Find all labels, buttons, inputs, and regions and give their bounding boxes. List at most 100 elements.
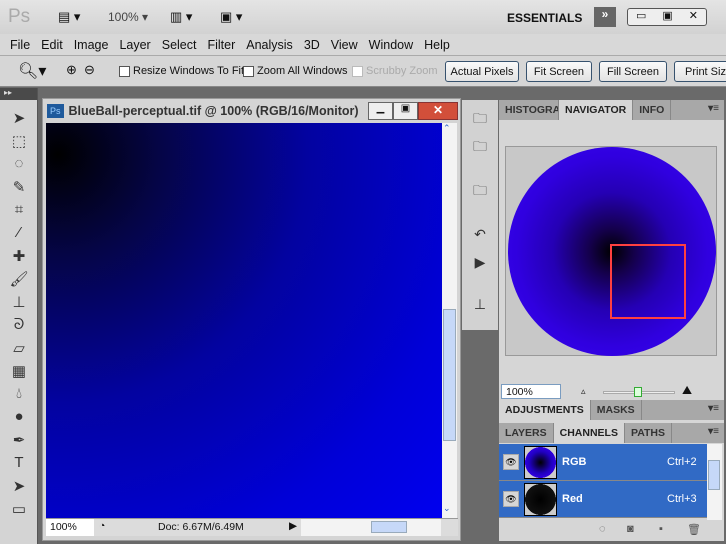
dock-panel-icon[interactable]: 🗀 bbox=[462, 106, 498, 134]
tab-info[interactable]: INFO bbox=[633, 100, 672, 120]
healing-brush-tool-icon[interactable]: ✚ bbox=[0, 244, 38, 267]
delete-channel-icon[interactable]: 🗑︎ bbox=[687, 523, 701, 536]
arrange-documents-icon[interactable]: ▥ ▾ bbox=[170, 9, 192, 25]
type-tool-icon[interactable]: T bbox=[0, 451, 38, 474]
status-menu-arrow-icon[interactable]: ▶ bbox=[289, 520, 297, 532]
scroll-down-icon[interactable]: ⌄ bbox=[443, 503, 451, 514]
tab-layers[interactable]: LAYERS bbox=[499, 423, 554, 443]
menu-image[interactable]: Image bbox=[70, 38, 116, 52]
tab-histogram[interactable]: HISTOGRAM bbox=[499, 100, 559, 120]
menu-file[interactable]: File bbox=[6, 38, 37, 52]
menu-filter[interactable]: Filter bbox=[203, 38, 242, 52]
zoom-all-label: Zoom All Windows bbox=[257, 65, 348, 77]
menu-layer[interactable]: Layer bbox=[115, 38, 157, 52]
visibility-eye-icon[interactable]: 👁︎ bbox=[503, 454, 519, 470]
path-selection-tool-icon[interactable]: ➤ bbox=[0, 474, 38, 497]
tab-paths[interactable]: PATHS bbox=[625, 423, 673, 443]
eraser-tool-icon[interactable]: ▱ bbox=[0, 336, 38, 359]
marquee-tool-icon[interactable]: ⬚ bbox=[0, 129, 38, 152]
vertical-scrollbar[interactable]: ⌃ ⌄ bbox=[442, 123, 457, 518]
fill-screen-button[interactable]: Fill Screen bbox=[599, 61, 667, 82]
channel-row-rgb[interactable]: 👁︎ RGB Ctrl+2 bbox=[499, 444, 709, 481]
zoom-out-icon[interactable]: ⊖ bbox=[84, 62, 95, 78]
lasso-tool-icon[interactable]: ◌ bbox=[0, 152, 38, 175]
launch-bridge-icon[interactable]: ▤ ▾ bbox=[58, 9, 80, 25]
screen-mode-icon[interactable]: ▣ ▾ bbox=[220, 9, 242, 25]
panel-menu-icon[interactable]: ▾≡ bbox=[703, 400, 724, 420]
zoom-tool-preset-icon[interactable]: 🔍︎▾ bbox=[18, 61, 46, 81]
navigator-zoom-slider[interactable] bbox=[603, 387, 675, 397]
scrubby-zoom-checkbox[interactable]: Scrubby Zoom bbox=[352, 65, 438, 77]
menu-view[interactable]: View bbox=[327, 38, 365, 52]
image-canvas[interactable] bbox=[46, 123, 442, 518]
shape-tool-icon[interactable]: ▭ bbox=[0, 497, 38, 520]
doc-close-icon[interactable]: ✕ bbox=[418, 101, 458, 120]
zoom-all-windows-checkbox[interactable]: Zoom All Windows bbox=[243, 65, 347, 77]
gradient-tool-icon[interactable]: ▦ bbox=[0, 359, 38, 382]
quick-selection-tool-icon[interactable]: ✎ bbox=[0, 175, 38, 198]
doc-minimize-icon[interactable]: ▁ bbox=[368, 101, 393, 120]
dodge-tool-icon[interactable]: ● bbox=[0, 405, 38, 428]
pen-tool-icon[interactable]: ✒ bbox=[0, 428, 38, 451]
navigator-view-box[interactable] bbox=[610, 244, 686, 319]
tab-navigator[interactable]: NAVIGATOR bbox=[559, 100, 634, 120]
zoom-level-dropdown[interactable]: 100% ▾ bbox=[108, 10, 148, 24]
history-icon[interactable]: ↶ bbox=[462, 220, 498, 248]
tab-masks[interactable]: MASKS bbox=[591, 400, 642, 420]
brush-tool-icon[interactable]: 🖌︎ bbox=[0, 267, 38, 290]
fit-screen-button[interactable]: Fit Screen bbox=[526, 61, 592, 82]
zoom-slider-thumb[interactable] bbox=[634, 387, 642, 397]
visibility-eye-icon[interactable]: 👁︎ bbox=[503, 491, 519, 507]
dock-panel-icon[interactable]: 🗀 bbox=[462, 134, 498, 162]
clone-stamp-tool-icon[interactable]: ⊥ bbox=[0, 290, 38, 313]
blur-tool-icon[interactable]: 💧︎ bbox=[0, 382, 38, 405]
vertical-scroll-thumb[interactable] bbox=[443, 309, 456, 441]
maximize-icon[interactable]: ▣ bbox=[662, 9, 672, 25]
window-controls: ▭ ▣ ✕ bbox=[627, 8, 707, 26]
channels-scrollbar[interactable] bbox=[707, 444, 722, 520]
tab-adjustments[interactable]: ADJUSTMENTS bbox=[499, 400, 591, 420]
status-info-icon[interactable]: ◔ bbox=[99, 520, 105, 532]
menu-help[interactable]: Help bbox=[420, 38, 457, 52]
adjustments-tab-group: ADJUSTMENTS MASKS ▾≡ bbox=[499, 400, 724, 420]
load-selection-icon[interactable]: ◌ bbox=[599, 523, 606, 535]
status-zoom-field[interactable]: 100% bbox=[46, 519, 94, 536]
panel-menu-icon[interactable]: ▾≡ bbox=[703, 100, 724, 120]
save-selection-icon[interactable]: ◙ bbox=[627, 523, 634, 535]
menu-select[interactable]: Select bbox=[158, 38, 204, 52]
panel-menu-icon[interactable]: ▾≡ bbox=[703, 423, 724, 443]
actions-icon[interactable]: ▶ bbox=[462, 248, 498, 276]
actual-pixels-button[interactable]: Actual Pixels bbox=[445, 61, 519, 82]
zoom-in-icon[interactable]: ⊕ bbox=[66, 62, 77, 78]
more-workspaces-icon[interactable]: » bbox=[594, 7, 616, 27]
navigator-preview[interactable] bbox=[505, 146, 717, 356]
resize-windows-checkbox[interactable]: Resize Windows To Fit bbox=[119, 65, 244, 77]
dock-panel-icon[interactable]: 🗀 bbox=[462, 178, 498, 206]
zoom-out-mountain-icon[interactable]: ▵ bbox=[581, 386, 586, 397]
workspace-essentials[interactable]: ESSENTIALS bbox=[507, 11, 582, 25]
channels-scroll-thumb[interactable] bbox=[708, 460, 720, 490]
navigator-zoom-field[interactable]: 100% bbox=[501, 384, 561, 399]
clone-source-icon[interactable]: ⊥ bbox=[462, 290, 498, 318]
horizontal-scrollbar[interactable] bbox=[301, 519, 441, 536]
zoom-in-mountain-icon[interactable]: ⛰︎ bbox=[682, 383, 692, 398]
collapse-icon[interactable]: ▸▸ bbox=[0, 88, 37, 100]
scroll-up-icon[interactable]: ⌃ bbox=[443, 123, 451, 134]
horizontal-scroll-thumb[interactable] bbox=[371, 521, 407, 533]
new-channel-icon[interactable]: ▪ bbox=[659, 523, 663, 535]
tab-channels[interactable]: CHANNELS bbox=[553, 423, 625, 443]
eyedropper-tool-icon[interactable]: ⁄ bbox=[0, 221, 38, 244]
document-title-bar[interactable]: Ps BlueBall-perceptual.tif @ 100% (RGB/1… bbox=[43, 99, 460, 122]
print-size-button[interactable]: Print Size bbox=[674, 61, 726, 82]
move-tool-icon[interactable]: ➤ bbox=[0, 106, 38, 129]
crop-tool-icon[interactable]: ⌗ bbox=[0, 198, 38, 221]
doc-maximize-icon[interactable]: ▣ bbox=[393, 101, 418, 120]
minimize-icon[interactable]: ▭ bbox=[636, 9, 646, 25]
menu-window[interactable]: Window bbox=[365, 38, 420, 52]
channel-row-red[interactable]: 👁︎ Red Ctrl+3 bbox=[499, 481, 709, 518]
history-brush-tool-icon[interactable]: ᘐ bbox=[0, 313, 38, 336]
menu-3d[interactable]: 3D bbox=[300, 38, 327, 52]
menu-edit[interactable]: Edit bbox=[37, 38, 70, 52]
close-icon[interactable]: ✕ bbox=[689, 9, 698, 25]
menu-analysis[interactable]: Analysis bbox=[242, 38, 300, 52]
